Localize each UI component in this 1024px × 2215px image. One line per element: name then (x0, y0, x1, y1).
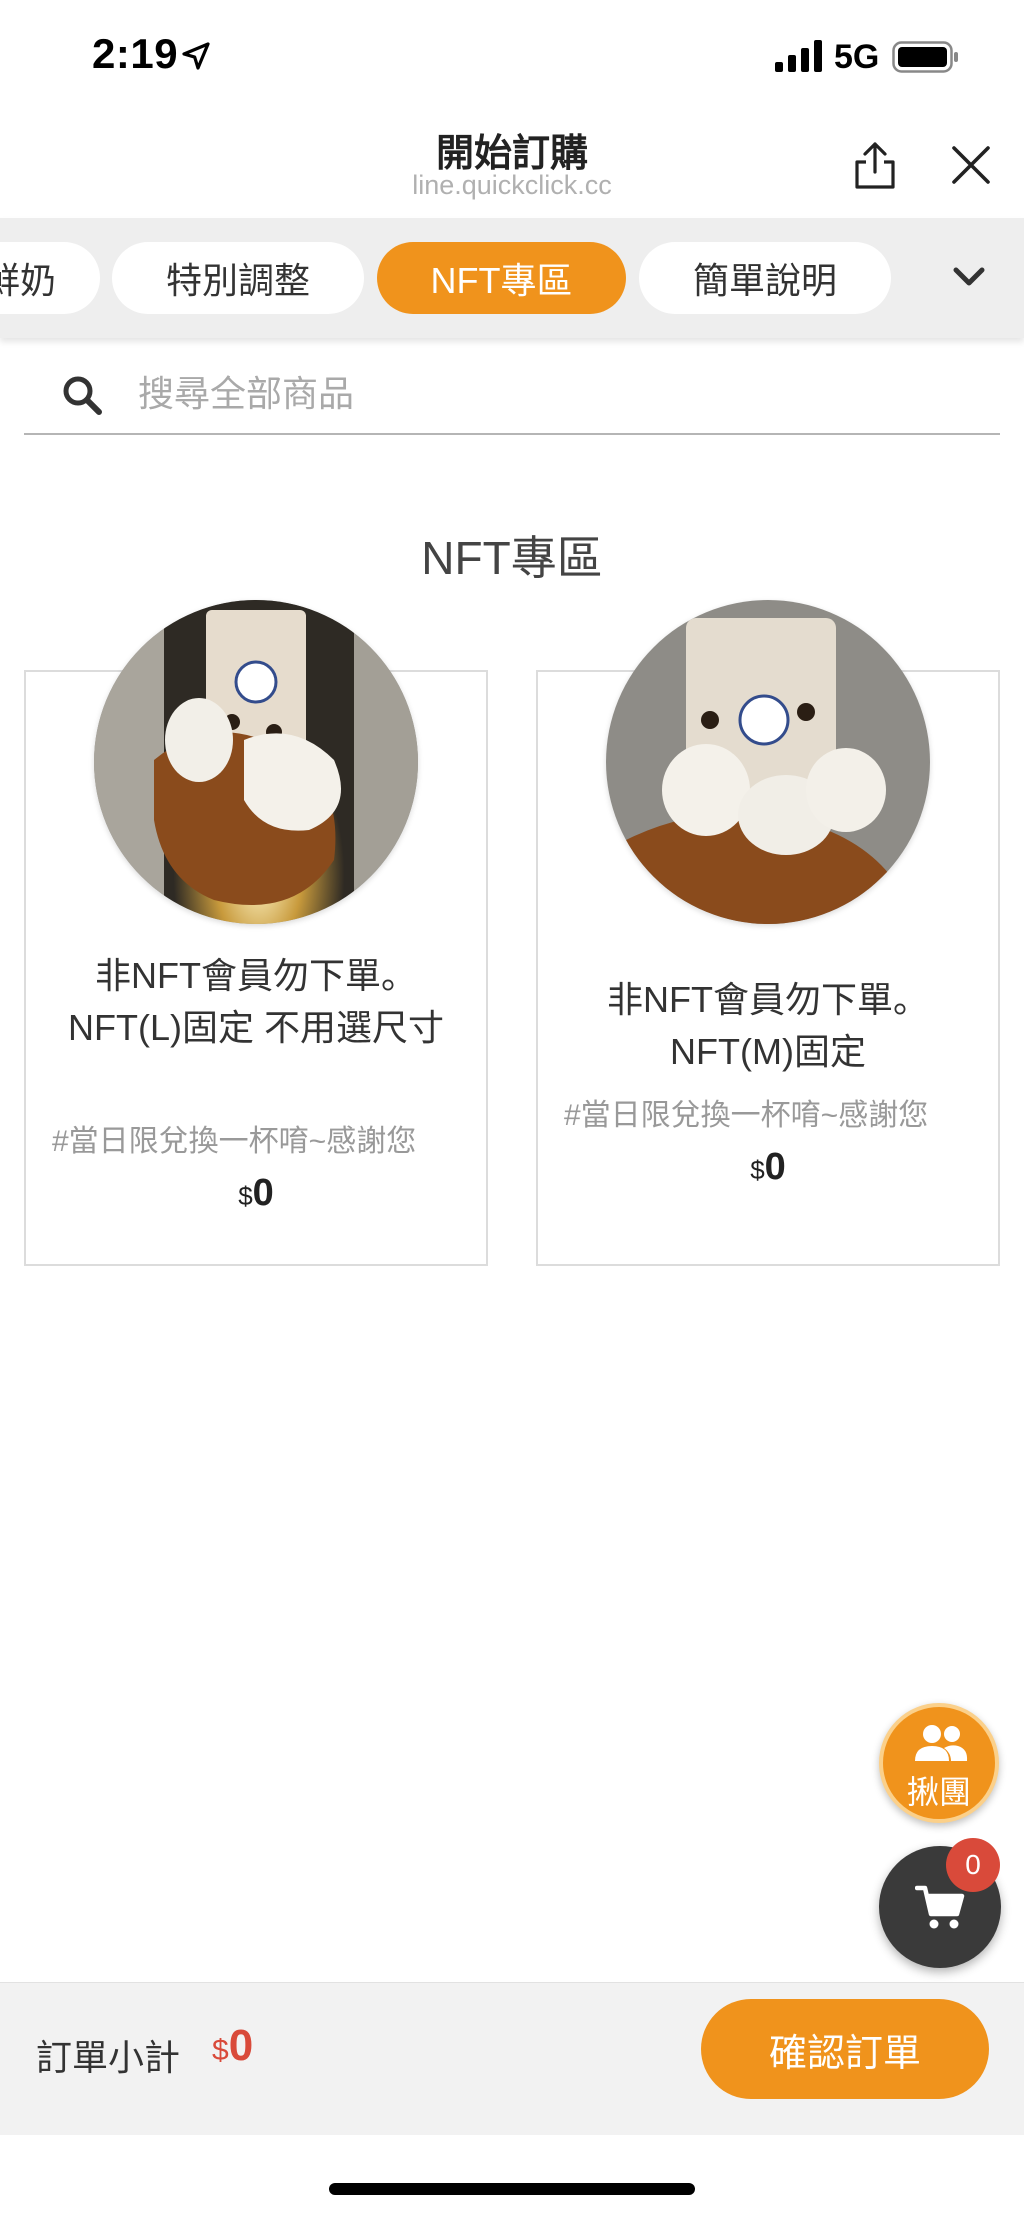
product-tag: #當日限兌換一杯唷~感謝您 (564, 1099, 929, 1132)
cart-count-badge: 0 (946, 1838, 1000, 1892)
tab-fresh-milk[interactable]: 鮮奶 (0, 242, 100, 314)
product-image[interactable] (606, 600, 930, 924)
signal-icon (775, 40, 822, 72)
product-name: 非NFT會員勿下單。NFT(L)固定 不用選尺寸 (68, 955, 444, 1048)
confirm-order-button[interactable]: 確認訂單 (701, 1999, 989, 2099)
group-order-button[interactable]: 揪團 (879, 1703, 999, 1823)
product-name: 非NFT會員勿下單。NFT(M)固定 (607, 979, 929, 1072)
status-time: 2:19 (92, 30, 179, 77)
search-bar (24, 355, 1000, 435)
group-icon (915, 1725, 968, 1761)
cart-icon (915, 1885, 965, 1929)
product-image[interactable] (94, 600, 418, 924)
subtotal-label: 訂單小計 (36, 2037, 181, 2078)
group-label: 揪團 (906, 1774, 971, 1810)
tab-simple-guide[interactable]: 簡單說明 (639, 242, 891, 314)
tab-special-adjust[interactable]: 特別調整 (112, 242, 364, 314)
search-input[interactable] (138, 361, 958, 427)
tab-nft-zone[interactable]: NFT專區 (377, 242, 626, 314)
status-bar: 2:19 5G (0, 0, 1024, 110)
home-indicator (329, 2183, 695, 2195)
product-price: $0 (238, 1172, 274, 1214)
share-icon[interactable] (852, 140, 898, 190)
order-footer: 訂單小計 $0 確認訂單 (0, 1982, 1024, 2135)
subtotal-value: $0 (212, 2021, 254, 2070)
location-arrow-icon (182, 42, 210, 70)
search-icon (63, 376, 102, 415)
nav-header: 開始訂購 line.quickclick.cc (0, 110, 1024, 218)
category-tabs: 鮮奶 特別調整 NFT專區 簡單說明 (0, 218, 1024, 338)
close-icon[interactable] (950, 144, 992, 186)
page: 2:19 5G 開始訂購 line.quickclick.cc 鮮奶 特別調整 … (0, 0, 1024, 2215)
product-tag: #當日限兌換一杯唷~感謝您 (52, 1125, 417, 1158)
section-title: NFT專區 (421, 532, 603, 584)
battery-icon (892, 41, 958, 73)
chevron-down-icon[interactable] (950, 258, 988, 296)
network-label: 5G (834, 38, 880, 76)
product-price: $0 (750, 1146, 786, 1188)
